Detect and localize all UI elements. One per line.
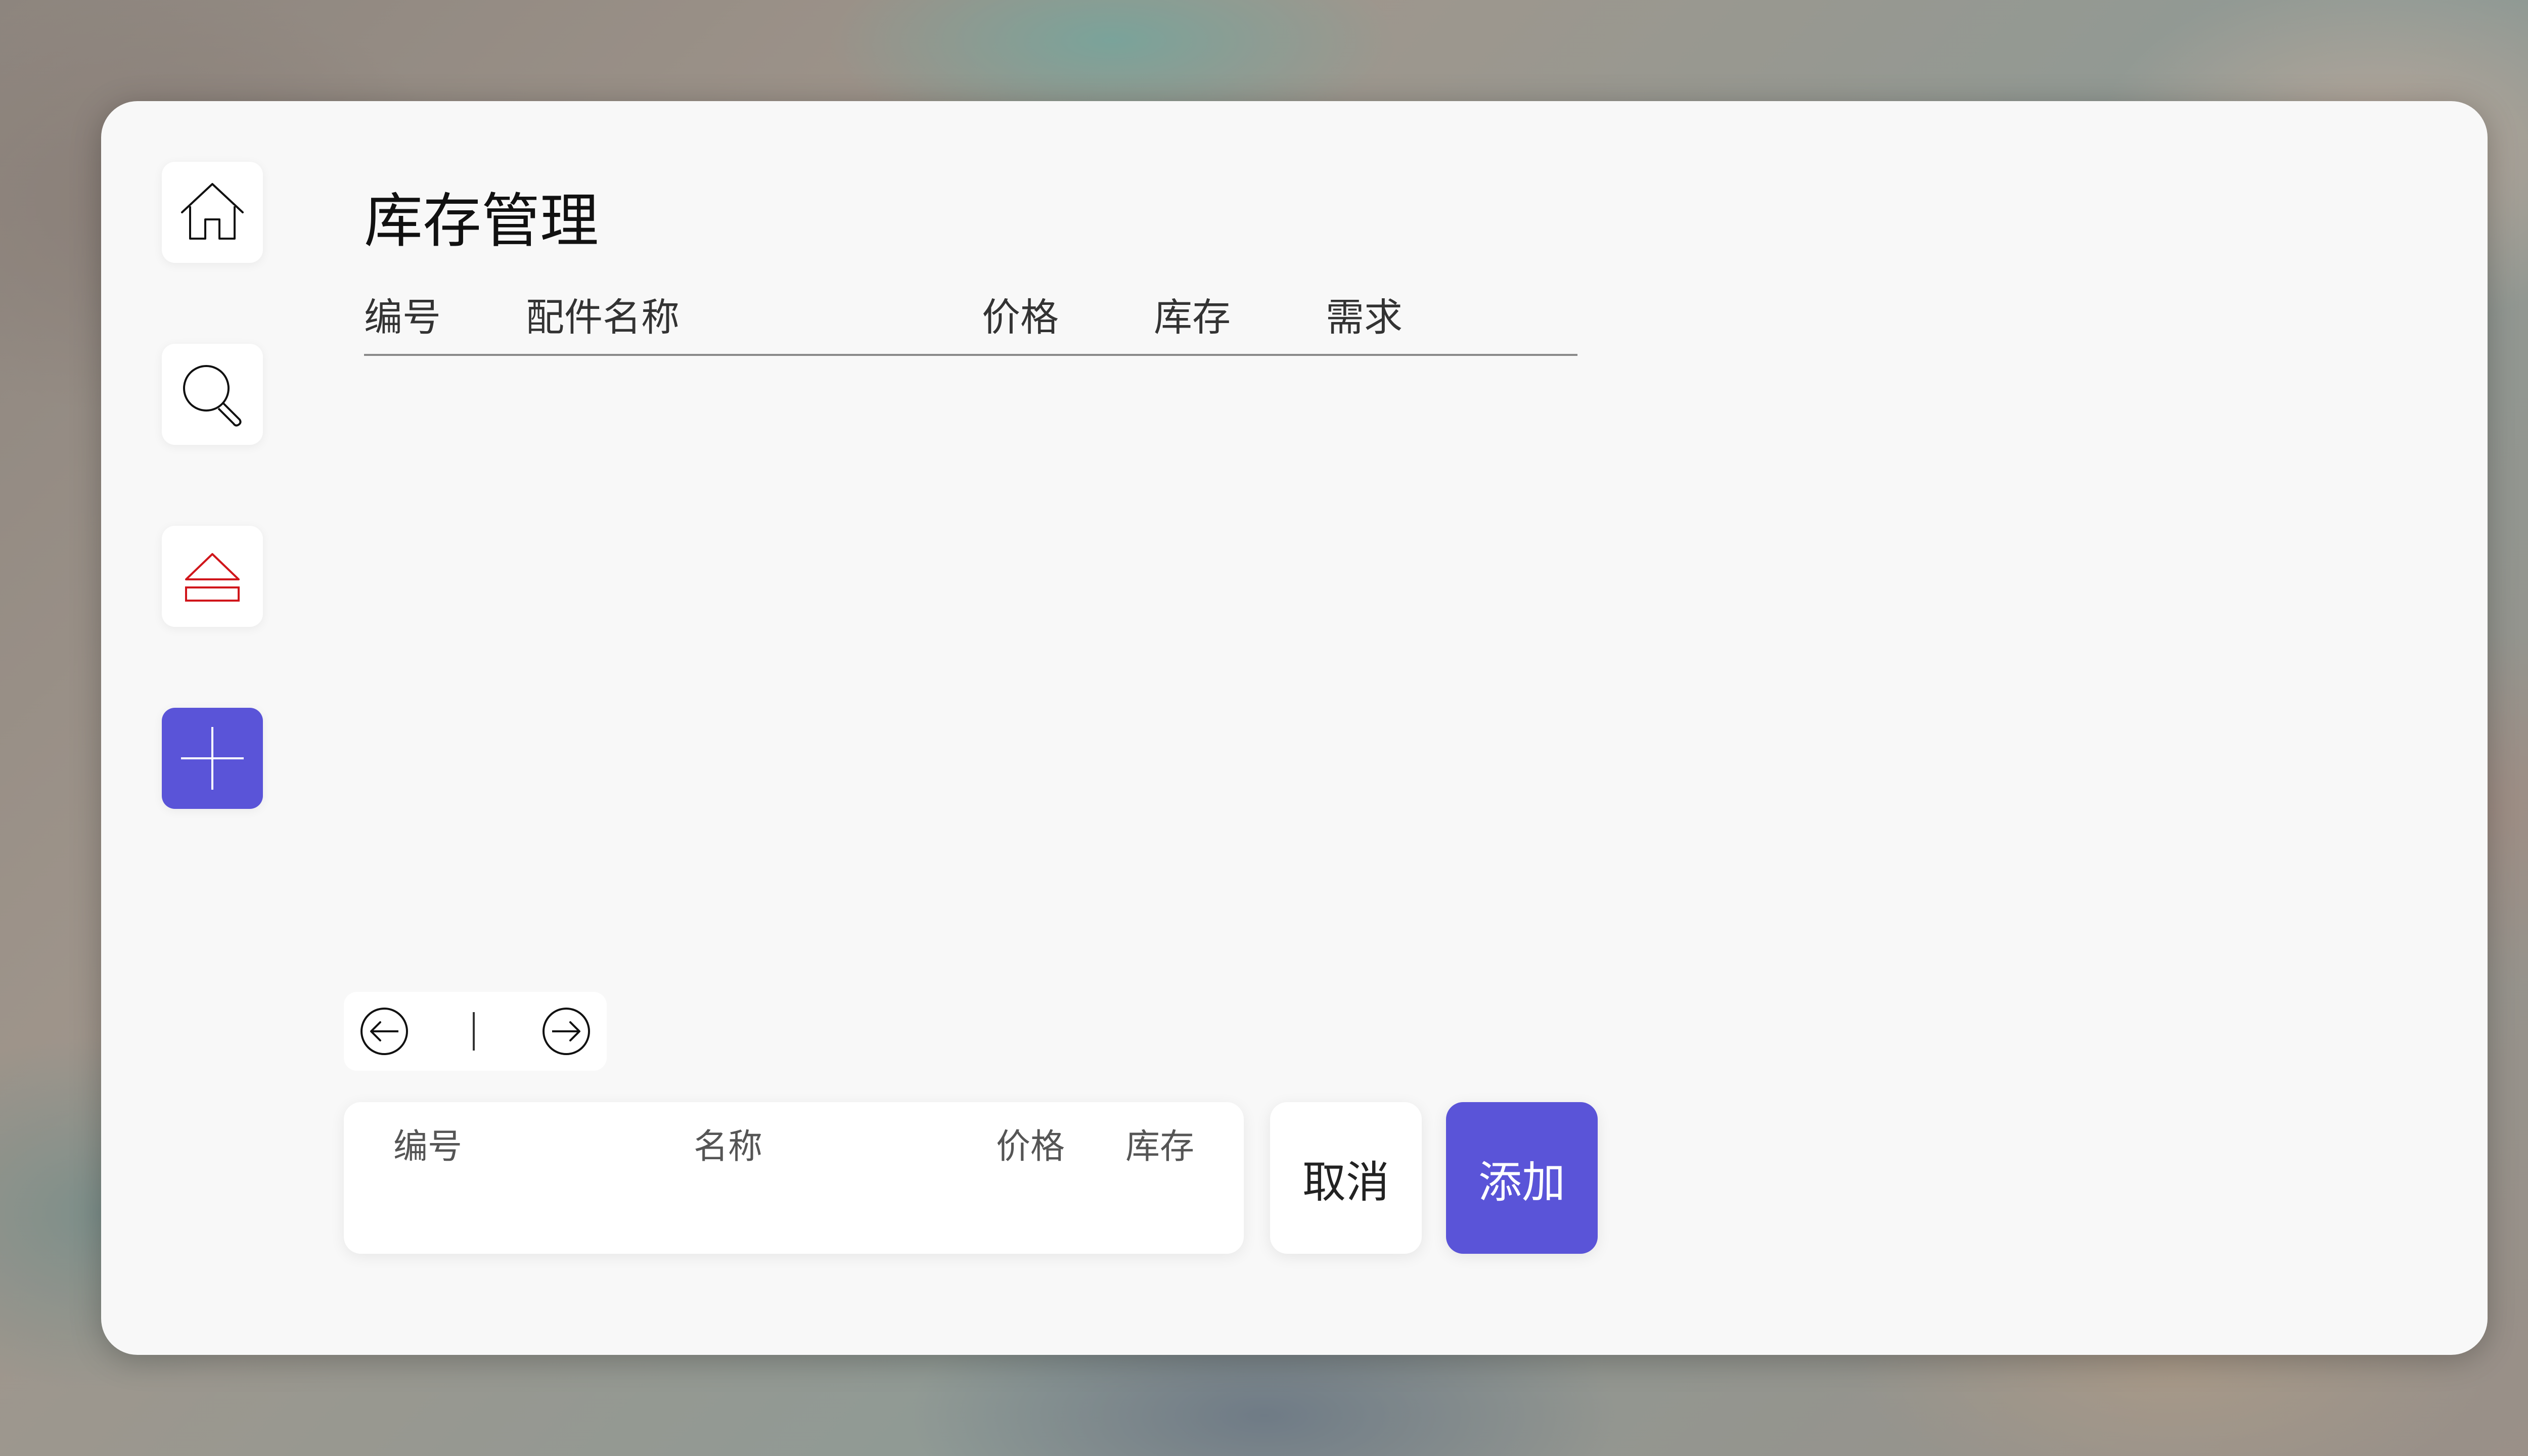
name-field[interactable]: 名称 <box>694 1130 762 1164</box>
home-button[interactable] <box>162 162 263 263</box>
home-icon <box>181 183 244 240</box>
arrow-right-circle-icon[interactable] <box>541 1006 592 1057</box>
page-separator <box>473 1012 475 1051</box>
table-header: 编号 配件名称 价格 库存 需求 <box>364 298 1577 356</box>
cancel-button[interactable]: 取消 <box>1270 1102 1422 1254</box>
plus-icon <box>181 727 244 790</box>
search-button[interactable] <box>162 344 263 445</box>
add-button[interactable]: 添加 <box>1446 1102 1598 1254</box>
stock-field[interactable]: 库存 <box>1125 1130 1194 1164</box>
column-header-part-name: 配件名称 <box>526 295 680 340</box>
pagination <box>344 992 607 1071</box>
eject-icon <box>185 553 240 602</box>
page-title: 库存管理 <box>364 187 599 255</box>
column-header-id: 编号 <box>364 295 441 340</box>
search-icon <box>183 365 242 427</box>
add-item-button[interactable] <box>162 708 263 809</box>
logout-button[interactable] <box>162 526 263 627</box>
column-header-stock: 库存 <box>1154 295 1231 340</box>
arrow-left-circle-icon[interactable] <box>359 1006 410 1057</box>
add-item-form: 编号 名称 价格 库存 <box>344 1102 1244 1254</box>
id-field[interactable]: 编号 <box>393 1130 462 1164</box>
column-header-price: 价格 <box>982 295 1059 340</box>
price-field[interactable]: 价格 <box>996 1130 1065 1164</box>
column-header-demand: 需求 <box>1326 295 1403 340</box>
